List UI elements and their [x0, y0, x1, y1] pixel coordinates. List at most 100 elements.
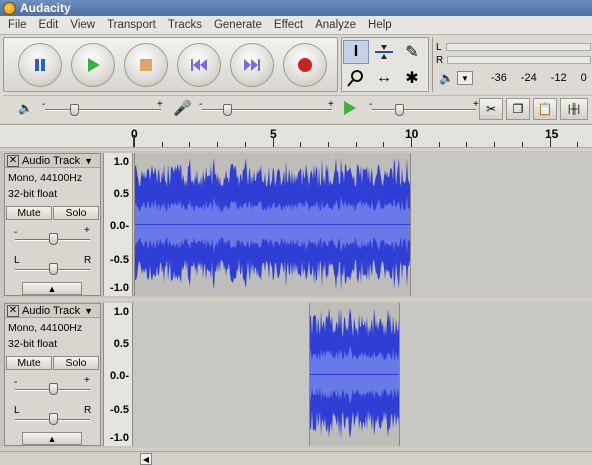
amplitude-ruler: 1.0 0.5 0.0- -0.5 -1.0 [103, 303, 133, 446]
volume-max-mark: + [157, 99, 163, 110]
audio-track-2: ✕ Audio Track ▼ Mono, 44100Hz 32-bit flo… [0, 301, 592, 448]
audacity-app-icon [3, 1, 16, 15]
play-button[interactable] [71, 43, 115, 87]
cut-button[interactable]: ✂ [479, 98, 503, 120]
track-format: Mono, 44100Hz [8, 322, 83, 334]
draw-tool[interactable]: ✎ [399, 40, 425, 64]
gain-plus-label: + [84, 375, 90, 386]
output-volume-track [45, 109, 161, 111]
track-name[interactable]: Audio Track [22, 305, 80, 317]
menu-bar: File Edit View Transport Tracks Generate… [0, 16, 592, 35]
track-menu-dropdown-icon[interactable]: ▼ [84, 156, 93, 166]
copy-button[interactable]: ❐ [506, 98, 530, 120]
playhead-marker-icon [133, 135, 141, 147]
pencil-icon: ✎ [405, 44, 419, 61]
pan-slider[interactable] [49, 413, 58, 425]
left-meter: L [436, 41, 591, 53]
amp-label: -1.0 [110, 282, 129, 294]
amplitude-ruler: 1.0 0.5 0.0- -0.5 -1.0 [103, 153, 133, 296]
microphone-icon: 🎤 [173, 100, 192, 117]
audio-clip[interactable] [308, 303, 401, 446]
skip-start-button[interactable] [177, 43, 221, 87]
pan-left-label: L [14, 405, 20, 416]
trim-button[interactable]: |╫| [560, 98, 588, 120]
meter-scale-label: -36 [490, 72, 507, 84]
meter-dropdown-button[interactable]: ▼ [456, 71, 473, 85]
solo-button[interactable]: Solo [53, 356, 99, 370]
ruler-tick [327, 142, 329, 147]
track-control-panel: ✕ Audio Track ▼ Mono, 44100Hz 32-bit flo… [4, 303, 101, 446]
collapse-track-button[interactable]: ▲ [22, 432, 82, 445]
ruler-tick [217, 142, 219, 147]
input-volume-slider[interactable] [223, 104, 232, 116]
skip-end-button[interactable] [230, 43, 274, 87]
track-name-bar[interactable]: ✕ Audio Track ▼ [5, 304, 100, 318]
triangle-up-icon: ▲ [47, 283, 57, 294]
zoom-tool[interactable] [343, 66, 369, 90]
ruler-tick [300, 142, 302, 147]
pan-slider[interactable] [49, 263, 58, 275]
ruler-label: 15 [545, 127, 559, 141]
meter-toolbar: L R 🔈 ▼ -36 -24 -12 0 [432, 37, 592, 92]
close-track-icon[interactable]: ✕ [7, 304, 19, 317]
track-bit-depth: 32-bit float [8, 188, 58, 200]
play-speed-slider[interactable] [395, 104, 404, 116]
paste-button[interactable]: 📋 [533, 98, 557, 120]
meter-scale-label: 0 [580, 72, 587, 84]
gain-slider[interactable] [49, 383, 58, 395]
output-volume-slider[interactable] [70, 104, 79, 116]
timeshift-tool[interactable]: ↔ [371, 66, 397, 90]
gain-slider[interactable] [49, 233, 58, 245]
play-at-speed-button[interactable] [343, 100, 357, 119]
ruler-tick [244, 142, 246, 147]
input-max-mark: + [328, 99, 334, 110]
mute-button[interactable]: Mute [6, 356, 52, 370]
track-waveform-area[interactable] [134, 303, 592, 446]
audio-clip[interactable] [134, 153, 412, 296]
envelope-tool[interactable] [371, 40, 397, 64]
play-icon [344, 101, 356, 115]
ruler-tick [521, 142, 523, 147]
track-name[interactable]: Audio Track [22, 155, 80, 167]
selection-tool[interactable]: I [343, 40, 369, 64]
solo-button[interactable]: Solo [53, 206, 99, 220]
menu-generate[interactable]: Generate [208, 19, 268, 31]
right-meter-bar [447, 56, 591, 64]
envelope-icon [375, 45, 393, 59]
pan-right-label: R [84, 405, 92, 416]
right-meter: R [436, 54, 591, 66]
meter-scale: 🔈 ▼ -36 -24 -12 0 [439, 70, 592, 86]
ruler-tick [189, 142, 191, 147]
meter-left-label: L [436, 41, 442, 53]
ruler-tick [355, 142, 357, 147]
track-name-bar[interactable]: ✕ Audio Track ▼ [5, 154, 100, 168]
menu-help[interactable]: Help [362, 19, 398, 31]
skip-to-end-icon [244, 59, 260, 71]
amp-label: -1.0 [110, 432, 129, 444]
record-button[interactable] [283, 43, 327, 87]
track-menu-dropdown-icon[interactable]: ▼ [84, 306, 93, 316]
stop-button[interactable] [124, 43, 168, 87]
menu-edit[interactable]: Edit [33, 19, 65, 31]
menu-transport[interactable]: Transport [101, 19, 162, 31]
magnifier-icon [347, 70, 363, 87]
pause-button[interactable] [18, 43, 62, 87]
menu-tracks[interactable]: Tracks [162, 19, 208, 31]
menu-analyze[interactable]: Analyze [309, 19, 362, 31]
gain-plus-label: + [84, 225, 90, 236]
close-track-icon[interactable]: ✕ [7, 154, 19, 167]
track-waveform-area[interactable] [134, 153, 592, 296]
pause-icon [35, 59, 45, 71]
amp-label: 0.0- [110, 370, 129, 382]
mute-button[interactable]: Mute [6, 206, 52, 220]
scroll-left-icon[interactable]: ◀ [140, 453, 152, 465]
multi-tool[interactable]: ✱ [399, 66, 425, 90]
collapse-track-button[interactable]: ▲ [22, 282, 82, 295]
timeline-ruler[interactable]: 0 5 10 15 [0, 124, 592, 148]
horizontal-scrollbar[interactable]: ◀ [0, 451, 592, 465]
menu-file[interactable]: File [2, 19, 33, 31]
menu-effect[interactable]: Effect [268, 19, 309, 31]
amp-label: 0.5 [113, 338, 129, 350]
menu-view[interactable]: View [64, 19, 101, 31]
ruler-tick [161, 142, 163, 147]
